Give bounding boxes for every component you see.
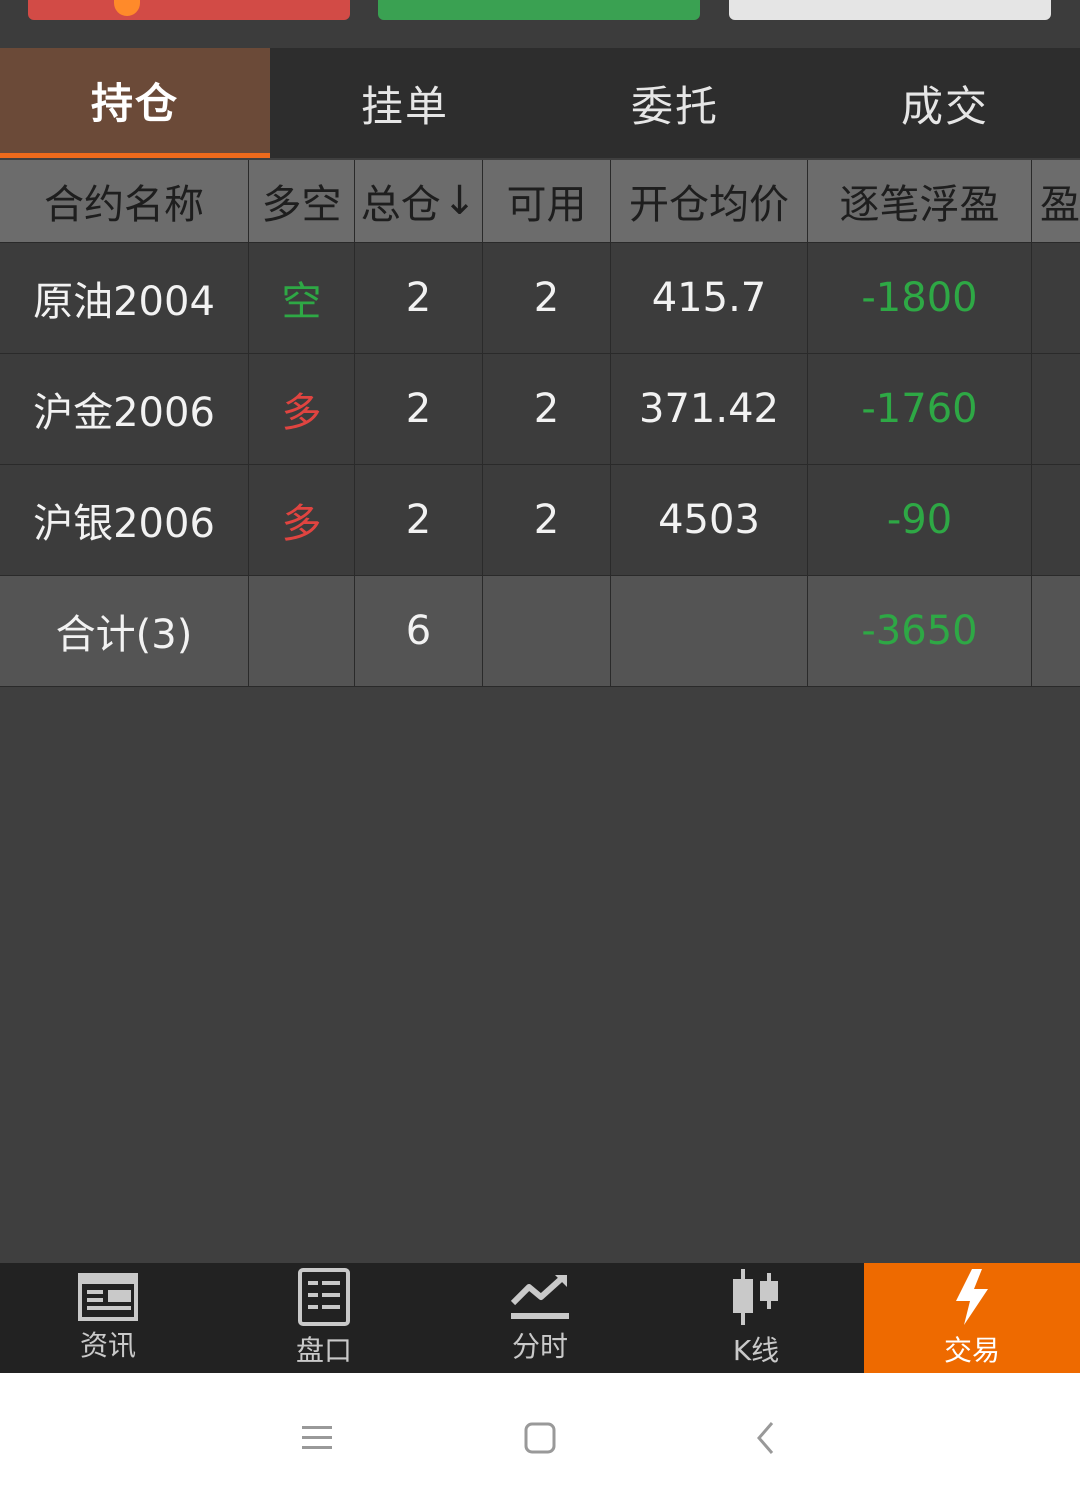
timeshare-chart-icon [510, 1275, 569, 1319]
back-button[interactable] [736, 1413, 796, 1463]
nav-order-book-label: 盘口 [295, 1334, 352, 1367]
position-tabs: 持仓 挂单 委托 成交 [0, 48, 1080, 158]
header-contract-name[interactable]: 合约名称 [0, 160, 249, 242]
table-row[interactable]: 原油2004 空 2 2 415.7 -1800 [0, 243, 1080, 354]
total-position-sum: 6 [355, 576, 483, 686]
nav-order-book[interactable]: 盘口 [216, 1263, 432, 1373]
system-nav-bar [0, 1373, 1080, 1503]
nav-trade-label: 交易 [943, 1334, 1000, 1367]
lightning-icon [956, 1269, 988, 1325]
nav-kline-label: K线 [732, 1334, 780, 1367]
home-button[interactable] [510, 1413, 570, 1463]
contract-name: 沪金2006 [0, 354, 249, 464]
header-more[interactable]: 盈 [1032, 160, 1080, 242]
total-position: 2 [355, 243, 483, 353]
header-float-pl[interactable]: 逐笔浮盈 [808, 160, 1032, 242]
header-open-avg-price[interactable]: 开仓均价 [611, 160, 808, 242]
nav-timeshare-label: 分时 [511, 1330, 568, 1363]
contract-name: 原油2004 [0, 243, 249, 353]
tab-trades[interactable]: 成交 [810, 48, 1080, 158]
total-float-pl: -3650 [808, 576, 1032, 686]
open-avg-price: 371.42 [611, 354, 808, 464]
total-avg-price [611, 576, 808, 686]
tab-positions[interactable]: 持仓 [0, 48, 270, 158]
float-pl: -1760 [808, 354, 1032, 464]
total-direction [249, 576, 355, 686]
header-total-position-label: 总仓 [360, 182, 441, 228]
cell-more [1032, 576, 1080, 686]
close-position-button[interactable] [729, 0, 1051, 20]
total-position: 2 [355, 354, 483, 464]
available-position: 2 [483, 243, 611, 353]
order-book-icon [298, 1268, 350, 1326]
float-pl: -90 [808, 465, 1032, 575]
header-available[interactable]: 可用 [483, 160, 611, 242]
float-pl: -1800 [808, 243, 1032, 353]
sell-button[interactable] [28, 0, 350, 20]
buy-button[interactable] [378, 0, 700, 20]
direction-long: 多 [249, 354, 355, 464]
sort-down-icon: ↓ [442, 178, 477, 224]
header-direction[interactable]: 多空 [249, 160, 355, 242]
total-row: 合计(3) 6 -3650 [0, 576, 1080, 687]
fire-icon [114, 0, 140, 16]
total-available [483, 576, 611, 686]
candlestick-icon [733, 1269, 778, 1325]
available-position: 2 [483, 465, 611, 575]
total-label: 合计(3) [0, 576, 249, 686]
home-icon [524, 1422, 556, 1454]
nav-timeshare[interactable]: 分时 [432, 1263, 648, 1373]
nav-news[interactable]: 资讯 [0, 1263, 216, 1373]
total-position: 2 [355, 465, 483, 575]
direction-short: 空 [249, 243, 355, 353]
open-avg-price: 4503 [611, 465, 808, 575]
table-row[interactable]: 沪银2006 多 2 2 4503 -90 [0, 465, 1080, 576]
tab-pending-orders[interactable]: 挂单 [270, 48, 540, 158]
news-icon [78, 1273, 138, 1321]
bottom-nav: 资讯 盘口 分时 K线 交易 [0, 1263, 1080, 1373]
positions-table: 合约名称 多空 总仓 ↓ 可用 开仓均价 逐笔浮盈 盈 原油2004 空 2 2 … [0, 160, 1080, 687]
contract-name: 沪银2006 [0, 465, 249, 575]
back-icon [757, 1422, 774, 1454]
table-row[interactable]: 沪金2006 多 2 2 371.42 -1760 [0, 354, 1080, 465]
nav-kline[interactable]: K线 [648, 1263, 864, 1373]
direction-long: 多 [249, 465, 355, 575]
tab-orders[interactable]: 委托 [540, 48, 810, 158]
cell-more [1032, 243, 1080, 353]
menu-icon [302, 1426, 332, 1449]
cell-more [1032, 465, 1080, 575]
header-total-position[interactable]: 总仓 ↓ [355, 160, 483, 242]
nav-news-label: 资讯 [79, 1329, 136, 1362]
nav-trade[interactable]: 交易 [864, 1263, 1080, 1373]
table-header: 合约名称 多空 总仓 ↓ 可用 开仓均价 逐笔浮盈 盈 [0, 160, 1080, 243]
open-avg-price: 415.7 [611, 243, 808, 353]
cell-more [1032, 354, 1080, 464]
available-position: 2 [483, 354, 611, 464]
menu-button[interactable] [287, 1413, 347, 1463]
trade-action-bar [0, 0, 1080, 48]
